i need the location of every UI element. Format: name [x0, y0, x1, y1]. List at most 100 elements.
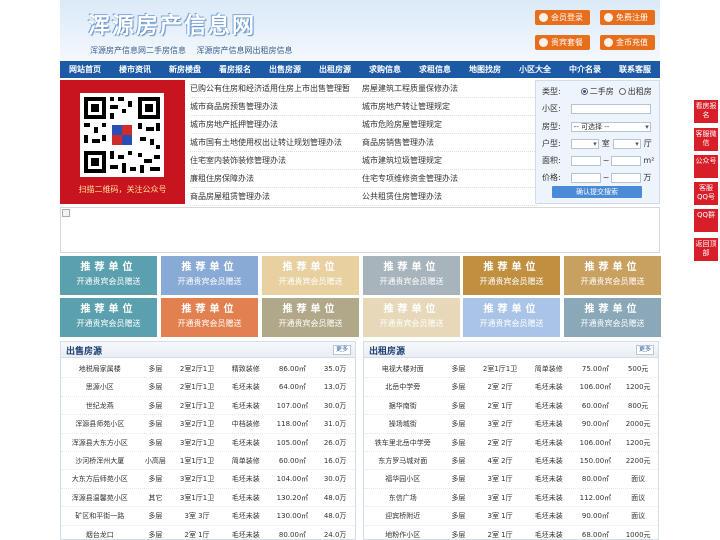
recommend-tile[interactable]: 推荐单位 开通贵宾会员赠送: [363, 298, 460, 337]
table-row[interactable]: 思源小区 多层 2室1厅1卫 毛坯未装 64.00㎡ 13.0万: [61, 378, 355, 397]
table-row[interactable]: 迎宾桥附近 多层 3室 1厅 毛坯未装 90.00㎡ 面议: [364, 507, 658, 526]
table-row[interactable]: 浑源县师苑小区 多层 3室2厅1卫 中档装修 118.00㎡ 31.0万: [61, 415, 355, 434]
table-row[interactable]: 电视大楼对面 多层 2室1厅1卫 简单装修 75.00㎡ 500元: [364, 360, 658, 379]
sale-more-button[interactable]: 更多: [332, 345, 351, 355]
nav-item[interactable]: 联系客服: [610, 61, 660, 78]
news-link[interactable]: 住宅专项维修资金管理办法: [362, 170, 537, 188]
table-cell[interactable]: 北岳中学旁: [364, 378, 441, 395]
ad-banner-image[interactable]: [60, 207, 660, 253]
nav-item[interactable]: 楼市资讯: [110, 61, 160, 78]
table-cell[interactable]: 大东方后师苑小区: [61, 470, 138, 487]
room-select[interactable]: [570, 138, 599, 149]
table-cell[interactable]: 东方罗马城对面: [364, 452, 441, 469]
table-row[interactable]: 烟台龙口 多层 2室 1厅 毛坯未装 80.00㎡ 24.0万: [61, 526, 355, 540]
search-submit-button[interactable]: 确认提交搜索: [552, 186, 642, 198]
sub-link-sale[interactable]: 浑源房产信息网二手房信息: [90, 46, 186, 55]
house-type-select[interactable]: -- 可选择 --: [570, 121, 651, 132]
table-cell[interactable]: 沙河桥浑州大厦: [61, 452, 138, 469]
rental-radio[interactable]: [618, 88, 626, 95]
table-cell[interactable]: 地粉作小区: [364, 526, 441, 540]
side-float-item[interactable]: QQ群: [694, 209, 718, 232]
recommend-tile[interactable]: 推荐单位 开通贵宾会员赠送: [262, 298, 359, 337]
price-max-input[interactable]: [611, 172, 642, 183]
table-cell[interactable]: 迎宾桥附近: [364, 507, 441, 524]
table-row[interactable]: 沙河桥浑州大厦 小高层 1室1厅1卫 简单装修 60.00㎡ 16.0万: [61, 452, 355, 471]
area-min-input[interactable]: [570, 155, 601, 166]
table-cell[interactable]: 地税局家属楼: [61, 360, 138, 377]
recommend-tile[interactable]: 推荐单位 开通贵宾会员赠送: [463, 256, 560, 295]
member-login-button[interactable]: 会员登录: [535, 10, 590, 25]
recommend-tile[interactable]: 推荐单位 开通贵宾会员赠送: [60, 298, 157, 337]
news-link[interactable]: 商品房屋租赁管理办法: [190, 188, 365, 206]
nav-item[interactable]: 出租房源: [310, 61, 360, 78]
nav-item[interactable]: 出售房源: [260, 61, 310, 78]
table-row[interactable]: 地粉作小区 多层 2室 1厅 毛坯未装 68.00㎡ 1000元: [364, 526, 658, 540]
sub-link-rent[interactable]: 浑源房产信息网出租房信息: [197, 46, 293, 55]
secondhand-radio[interactable]: [580, 88, 588, 95]
rent-more-button[interactable]: 更多: [635, 345, 654, 355]
table-row[interactable]: 地税局家属楼 多层 2室2厅1卫 精致装修 86.00㎡ 35.0万: [61, 360, 355, 379]
recommend-tile[interactable]: 推荐单位 开通贵宾会员赠送: [161, 298, 258, 337]
recommend-tile[interactable]: 推荐单位 开通贵宾会员赠送: [161, 256, 258, 295]
recommend-tile[interactable]: 推荐单位 开通贵宾会员赠送: [463, 298, 560, 337]
news-link[interactable]: 城市房地产转让管理规定: [362, 98, 537, 116]
news-link[interactable]: 住宅室内装饰装修管理办法: [190, 152, 365, 170]
side-float-item[interactable]: 返回顶部: [694, 238, 718, 261]
table-row[interactable]: 世纪龙燕 多层 2室1厅1卫 毛坯未装 107.00㎡ 30.0万: [61, 397, 355, 416]
recommend-tile[interactable]: 推荐单位 开通贵宾会员赠送: [564, 298, 661, 337]
nav-item[interactable]: 中介名录: [560, 61, 610, 78]
hall-select[interactable]: [612, 138, 641, 149]
nav-item[interactable]: 新房楼盘: [160, 61, 210, 78]
nav-item[interactable]: 看房报名: [210, 61, 260, 78]
table-cell[interactable]: 福华园小区: [364, 470, 441, 487]
table-cell[interactable]: 铁车里北岳中学旁: [364, 434, 441, 451]
news-link[interactable]: 廉租住房保障办法: [190, 170, 365, 188]
side-float-item[interactable]: 公众号: [694, 155, 718, 178]
nav-item[interactable]: 地图找房: [460, 61, 510, 78]
table-cell[interactable]: 烟台龙口: [61, 526, 138, 540]
nav-item[interactable]: 求租信息: [410, 61, 460, 78]
news-link[interactable]: 城市危险房屋管理规定: [362, 116, 537, 134]
free-register-button[interactable]: 免费注册: [600, 10, 655, 25]
recommend-tile[interactable]: 推荐单位 开通贵宾会员赠送: [262, 256, 359, 295]
side-float-item[interactable]: 客服微信: [694, 128, 718, 151]
table-cell[interactable]: 浑源县师苑小区: [61, 415, 138, 432]
community-input[interactable]: [570, 103, 651, 114]
vip-package-button[interactable]: 贵宾套餐: [535, 35, 590, 50]
news-link[interactable]: 城市房地产抵押管理办法: [190, 116, 365, 134]
table-row[interactable]: 大东方后师苑小区 多层 3室2厅1卫 毛坯未装 104.00㎡ 30.0万: [61, 470, 355, 489]
table-row[interactable]: 铁车里北岳中学旁 多层 2室 2厅 毛坯未装 106.00㎡ 1200元: [364, 434, 658, 452]
news-link[interactable]: 已购公有住房和经济适用住房上市出售管理暂: [190, 80, 365, 98]
table-cell[interactable]: 浑源县大东方小区: [61, 434, 138, 451]
table-cell[interactable]: 矿区和平街一路: [61, 507, 138, 524]
table-row[interactable]: 据华南街 多层 2室 1厅 毛坯未装 60.00㎡ 800元: [364, 397, 658, 416]
table-cell[interactable]: 世纪龙燕: [61, 397, 138, 414]
news-link[interactable]: 城市商品房预售管理办法: [190, 98, 365, 116]
recommend-tile[interactable]: 推荐单位 开通贵宾会员赠送: [564, 256, 661, 295]
coin-recharge-button[interactable]: 金币充值: [600, 35, 655, 50]
table-cell[interactable]: 操场城街: [364, 415, 441, 432]
news-link[interactable]: 公共租赁住房管理办法: [362, 188, 537, 206]
news-link[interactable]: 房屋建筑工程质量保修办法: [362, 80, 537, 98]
table-row[interactable]: 东方罗马城对面 多层 4室 2厅 毛坯未装 150.00㎡ 2200元: [364, 452, 658, 471]
side-float-item[interactable]: 客服QQ号: [694, 182, 718, 205]
table-cell[interactable]: 思源小区: [61, 378, 138, 395]
table-row[interactable]: 矿区和平街一路 多层 3室 3厅 毛坯未装 130.00㎡ 48.0万: [61, 507, 355, 526]
nav-item[interactable]: 小区大全: [510, 61, 560, 78]
recommend-tile[interactable]: 推荐单位 开通贵宾会员赠送: [60, 256, 157, 295]
table-cell[interactable]: 东信广场: [364, 489, 441, 506]
recommend-tile[interactable]: 推荐单位 开通贵宾会员赠送: [363, 256, 460, 295]
site-title[interactable]: 浑源房产信息网: [88, 8, 256, 40]
area-max-input[interactable]: [611, 155, 642, 166]
news-link[interactable]: 城市建筑垃圾管理规定: [362, 152, 537, 170]
news-link[interactable]: 商品房销售管理办法: [362, 134, 537, 152]
news-link[interactable]: 城市国有土地使用权出让转让规划管理办法: [190, 134, 365, 152]
side-float-item[interactable]: 看房报名: [694, 100, 718, 123]
price-min-input[interactable]: [570, 172, 601, 183]
nav-item[interactable]: 网站首页: [60, 61, 110, 78]
table-cell[interactable]: 浑源县温馨苑小区: [61, 489, 138, 506]
table-row[interactable]: 福华园小区 多层 3室 1厅 毛坯未装 80.00㎡ 面议: [364, 470, 658, 489]
table-row[interactable]: 操场城街 多层 3室 2厅 毛坯未装 90.00㎡ 2000元: [364, 415, 658, 434]
table-row[interactable]: 北岳中学旁 多层 2室 2厅 毛坯未装 106.00㎡ 1200元: [364, 378, 658, 397]
table-row[interactable]: 浑源县大东方小区 多层 3室2厅1卫 毛坯未装 105.00㎡ 26.0万: [61, 434, 355, 452]
